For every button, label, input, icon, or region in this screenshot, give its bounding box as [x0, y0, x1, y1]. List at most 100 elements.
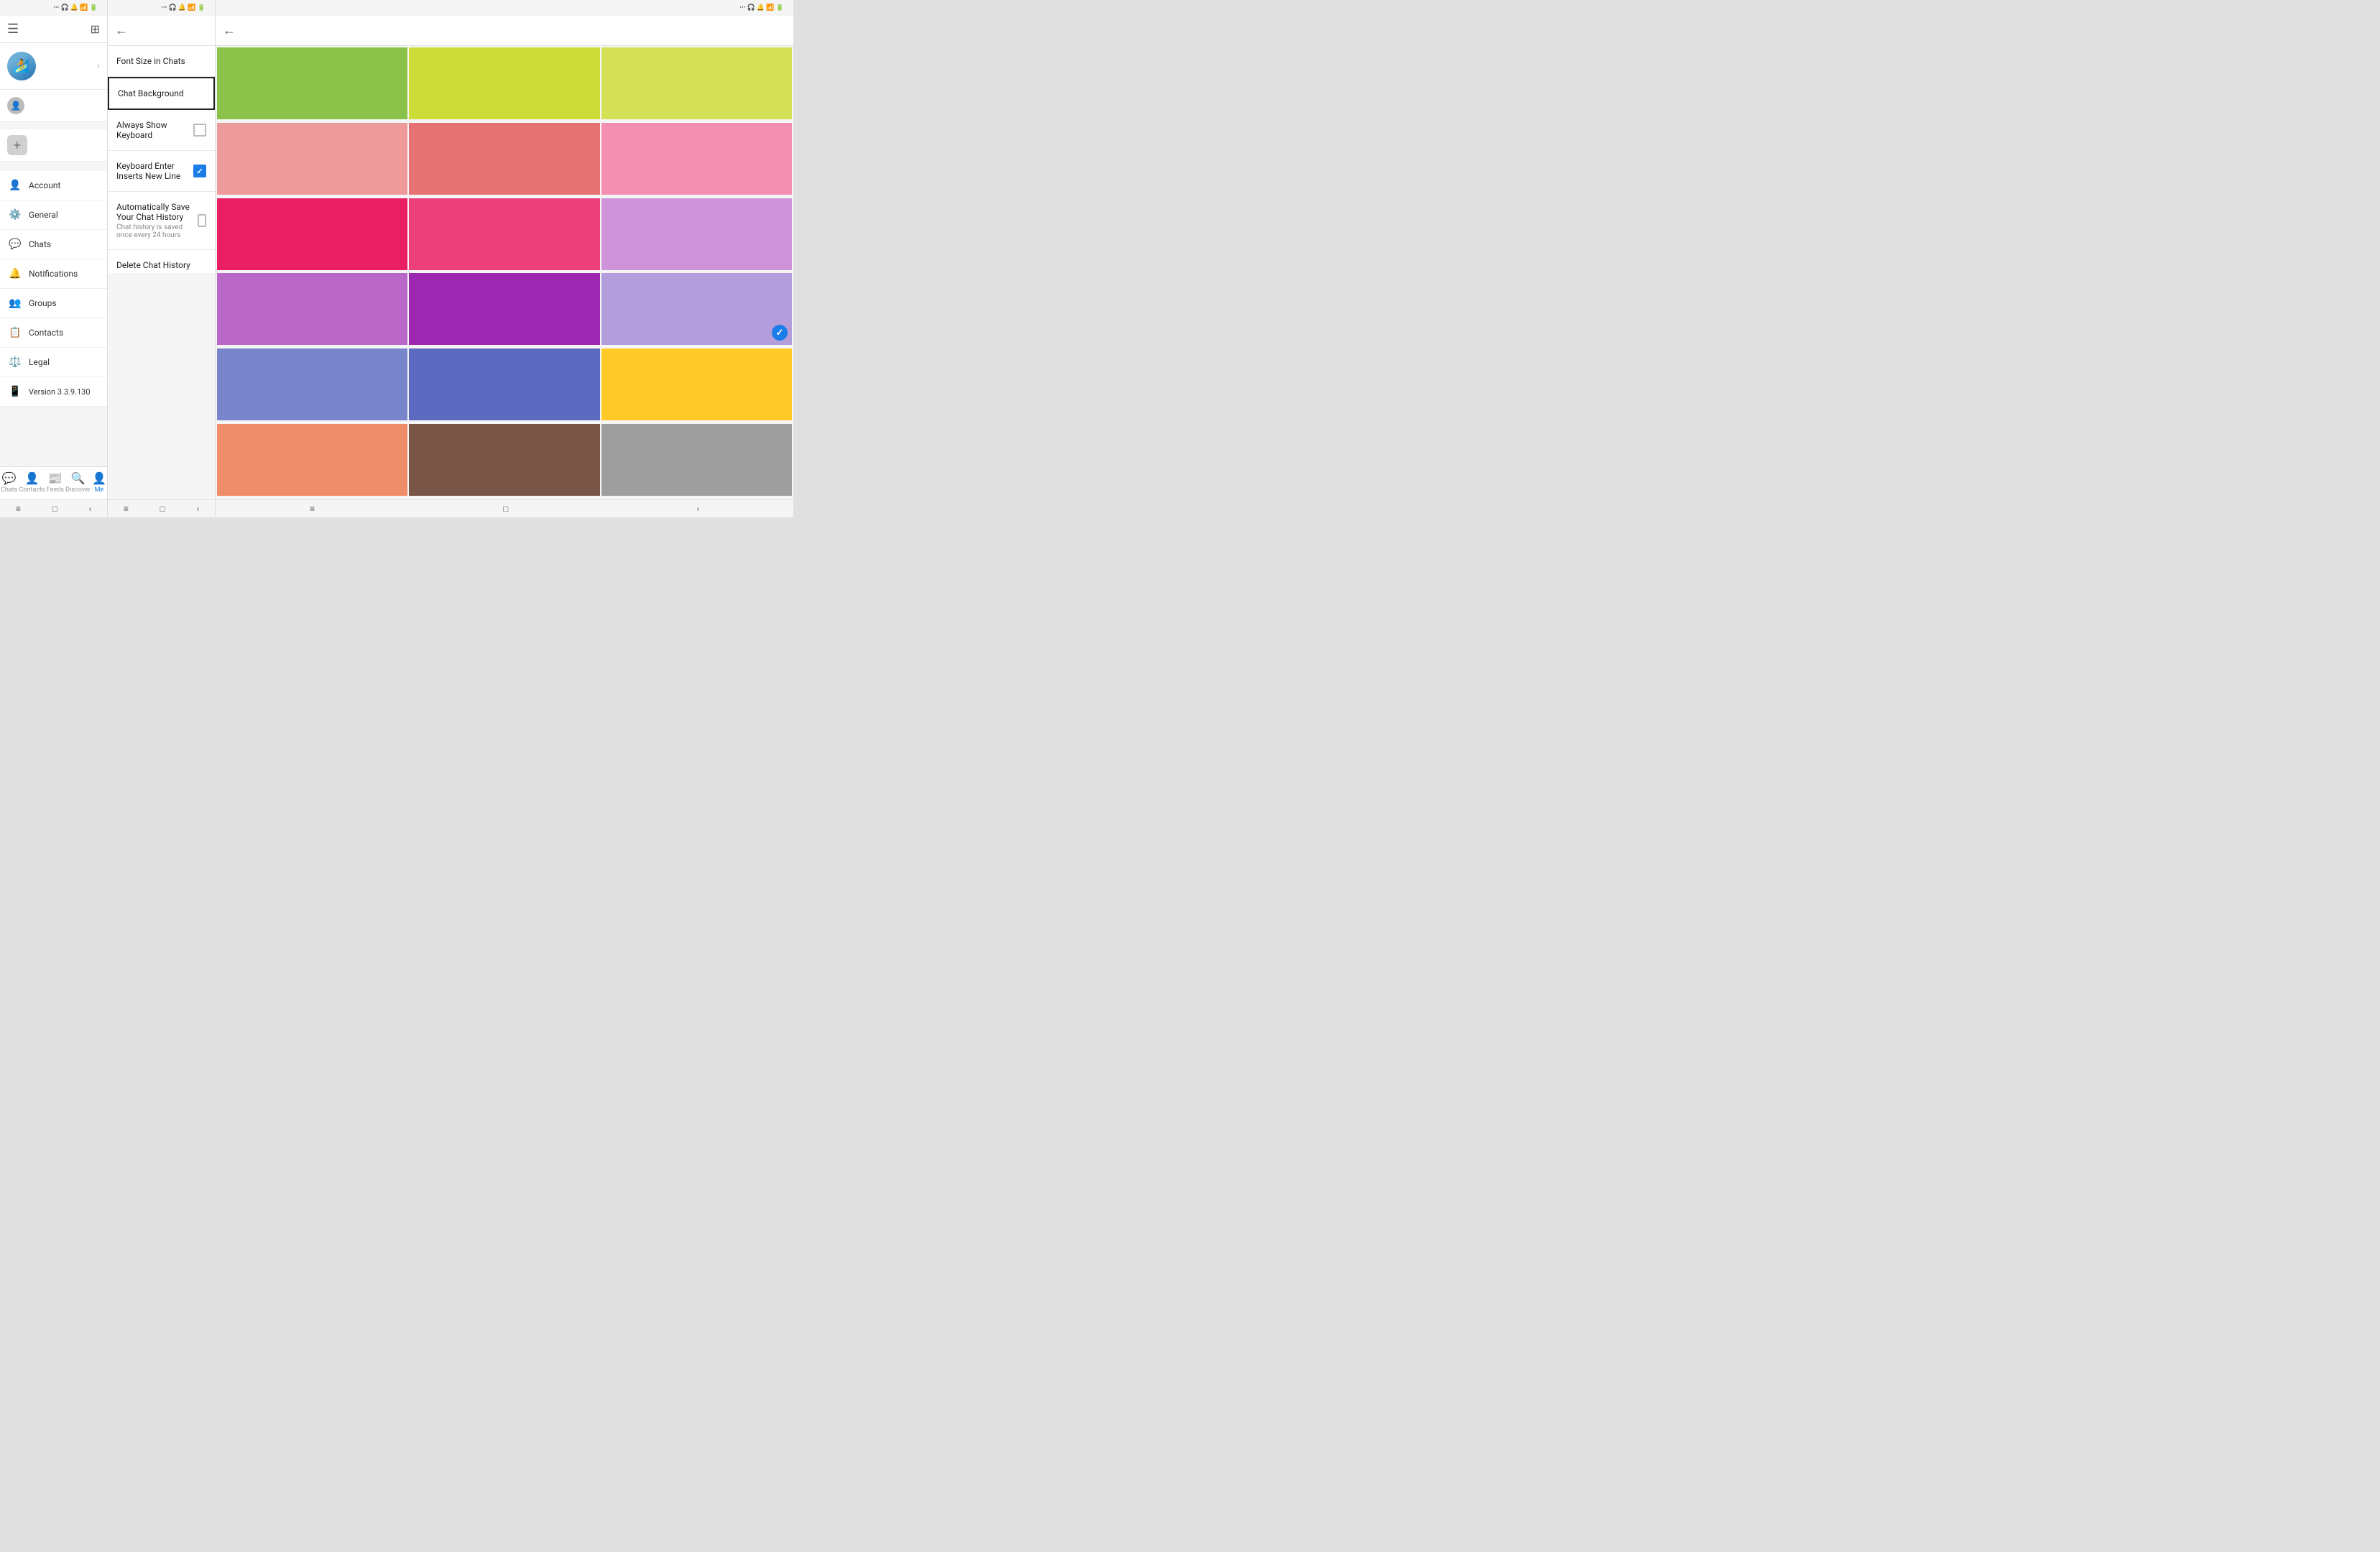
- groups-icon: 👥: [7, 295, 23, 311]
- auto-save-checkbox[interactable]: [198, 214, 206, 227]
- nav-feeds[interactable]: 📰 Feeds: [47, 471, 64, 494]
- bg-color-cell-0[interactable]: [217, 47, 407, 119]
- back-arrow-chats[interactable]: ←: [115, 23, 128, 38]
- channels-section-header: [0, 122, 107, 129]
- nav-me[interactable]: 👤 Me: [92, 471, 106, 494]
- settings-groups[interactable]: 👥 Groups: [0, 289, 107, 318]
- status-icons-me: ··· 🎧 🔔 📶 🔋: [53, 4, 100, 11]
- android-menu-chats[interactable]: ≡: [124, 504, 129, 514]
- nav-discover[interactable]: 🔍 Discover: [65, 471, 91, 494]
- nav-chats-icon: 💬: [2, 471, 17, 485]
- bottom-nav-me: 💬 Chats 👤 Contacts 📰 Feeds 🔍 Discover 👤 …: [0, 466, 107, 499]
- account-label: Account: [29, 180, 60, 190]
- version-icon: 📱: [7, 384, 23, 399]
- keyboard-enter-label: Keyboard Enter Inserts New Line: [116, 161, 193, 181]
- always-show-keyboard-checkbox[interactable]: [193, 124, 206, 137]
- general-label: General: [29, 210, 58, 220]
- android-nav-bg: ≡ □ ‹: [216, 499, 793, 517]
- nav-contacts[interactable]: 👤 Contacts: [19, 471, 45, 494]
- bg-color-cell-17[interactable]: [601, 424, 792, 496]
- account-icon: 👤: [7, 177, 23, 193]
- bg-color-cell-15[interactable]: [217, 424, 407, 496]
- android-nav-chats: ≡ □ ‹: [108, 499, 215, 517]
- bg-color-cell-13[interactable]: [409, 348, 599, 420]
- keyboard-enter-row[interactable]: Keyboard Enter Inserts New Line: [108, 151, 215, 192]
- version-label: Version 3.3.9.130: [29, 387, 91, 397]
- font-size-row[interactable]: Font Size in Chats: [108, 46, 215, 77]
- chats-settings-list: Font Size in Chats Chat Background Alway…: [108, 46, 215, 273]
- android-home-bg[interactable]: □: [503, 504, 508, 514]
- pin-section[interactable]: 👤: [0, 90, 107, 122]
- me-panel: ··· 🎧 🔔 📶 🔋 ☰ ⊞ › 👤 + 👤 Account ⚙️ Gener…: [0, 0, 108, 517]
- chat-background-label: Chat Background: [118, 88, 205, 98]
- contacts-label: Contacts: [29, 328, 63, 338]
- bg-color-cell-1[interactable]: [409, 47, 599, 119]
- bg-color-cell-9[interactable]: [217, 273, 407, 345]
- android-back-chats[interactable]: ‹: [197, 504, 200, 514]
- bg-color-cell-5[interactable]: [601, 123, 792, 195]
- settings-notifications[interactable]: 🔔 Notifications: [0, 259, 107, 289]
- bg-color-cell-2[interactable]: [601, 47, 792, 119]
- background-color-grid: ✓: [216, 46, 793, 499]
- nav-chats-label: Chats: [1, 486, 17, 494]
- settings-contacts[interactable]: 📋 Contacts: [0, 318, 107, 348]
- android-home-chats[interactable]: □: [160, 504, 165, 514]
- nav-me-label: Me: [95, 486, 104, 494]
- nav-feeds-icon: 📰: [48, 471, 63, 485]
- always-show-keyboard-label: Always Show Keyboard: [116, 120, 193, 140]
- nav-contacts-icon: 👤: [25, 471, 40, 485]
- avatar: [7, 52, 36, 80]
- profile-section[interactable]: ›: [0, 43, 107, 90]
- settings-version: 📱 Version 3.3.9.130: [0, 377, 107, 407]
- bg-color-cell-4[interactable]: [409, 123, 599, 195]
- android-back-bg[interactable]: ‹: [696, 504, 699, 514]
- notifications-icon: 🔔: [7, 266, 23, 282]
- auto-save-label: Automatically Save Your Chat History: [116, 202, 198, 222]
- pin-person-icon: 👤: [7, 97, 24, 114]
- status-icons-bg: ··· 🎧 🔔 📶 🔋: [739, 4, 786, 11]
- auto-save-row[interactable]: Automatically Save Your Chat History Cha…: [108, 192, 215, 250]
- create-channel-item[interactable]: +: [0, 129, 107, 162]
- always-show-keyboard-row[interactable]: Always Show Keyboard: [108, 110, 215, 151]
- bg-color-cell-14[interactable]: [601, 348, 792, 420]
- back-arrow-bg[interactable]: ←: [223, 23, 236, 38]
- nav-chats[interactable]: 💬 Chats: [1, 471, 17, 494]
- settings-chats[interactable]: 💬 Chats: [0, 230, 107, 259]
- bg-color-cell-10[interactable]: [409, 273, 599, 345]
- chats-icon: 💬: [7, 236, 23, 252]
- nav-feeds-label: Feeds: [47, 486, 64, 494]
- chats-header: ←: [108, 16, 215, 46]
- bg-color-cell-12[interactable]: [217, 348, 407, 420]
- keyboard-enter-checkbox[interactable]: [193, 165, 206, 177]
- menu-icon[interactable]: ☰: [7, 22, 19, 37]
- android-home-me[interactable]: □: [52, 504, 57, 514]
- qr-icon[interactable]: ⊞: [91, 22, 100, 36]
- settings-general[interactable]: ⚙️ General: [0, 200, 107, 230]
- me-header: ☰ ⊞: [0, 16, 107, 43]
- bg-header: ←: [216, 16, 793, 46]
- status-bar-chats: ··· 🎧 🔔 📶 🔋: [108, 0, 215, 16]
- bg-color-cell-7[interactable]: [409, 198, 599, 270]
- bg-color-cell-3[interactable]: [217, 123, 407, 195]
- settings-account[interactable]: 👤 Account: [0, 171, 107, 200]
- auto-save-content: Automatically Save Your Chat History Cha…: [116, 202, 198, 239]
- android-back-me[interactable]: ‹: [89, 504, 92, 514]
- nav-me-icon: 👤: [92, 471, 106, 485]
- settings-legal[interactable]: ⚖️ Legal: [0, 348, 107, 377]
- chevron-right-icon: ›: [97, 60, 100, 72]
- delete-history-row[interactable]: Delete Chat History: [108, 250, 215, 273]
- chat-background-panel: ··· 🎧 🔔 📶 🔋 ← ✓ ≡ □ ‹: [216, 0, 793, 517]
- chat-background-row[interactable]: Chat Background: [108, 77, 215, 110]
- bg-color-cell-16[interactable]: [409, 424, 599, 496]
- android-menu-bg[interactable]: ≡: [310, 504, 315, 514]
- nav-discover-label: Discover: [65, 486, 91, 494]
- bg-color-cell-11[interactable]: ✓: [601, 273, 792, 345]
- settings-label: [0, 165, 107, 171]
- delete-history-label: Delete Chat History: [116, 260, 206, 270]
- bg-color-cell-8[interactable]: [601, 198, 792, 270]
- bg-color-cell-6[interactable]: [217, 198, 407, 270]
- android-menu-me[interactable]: ≡: [16, 504, 21, 514]
- android-nav-me: ≡ □ ‹: [0, 499, 107, 517]
- chats-settings-panel: ··· 🎧 🔔 📶 🔋 ← Font Size in Chats Chat Ba…: [108, 0, 216, 517]
- groups-label: Groups: [29, 298, 57, 308]
